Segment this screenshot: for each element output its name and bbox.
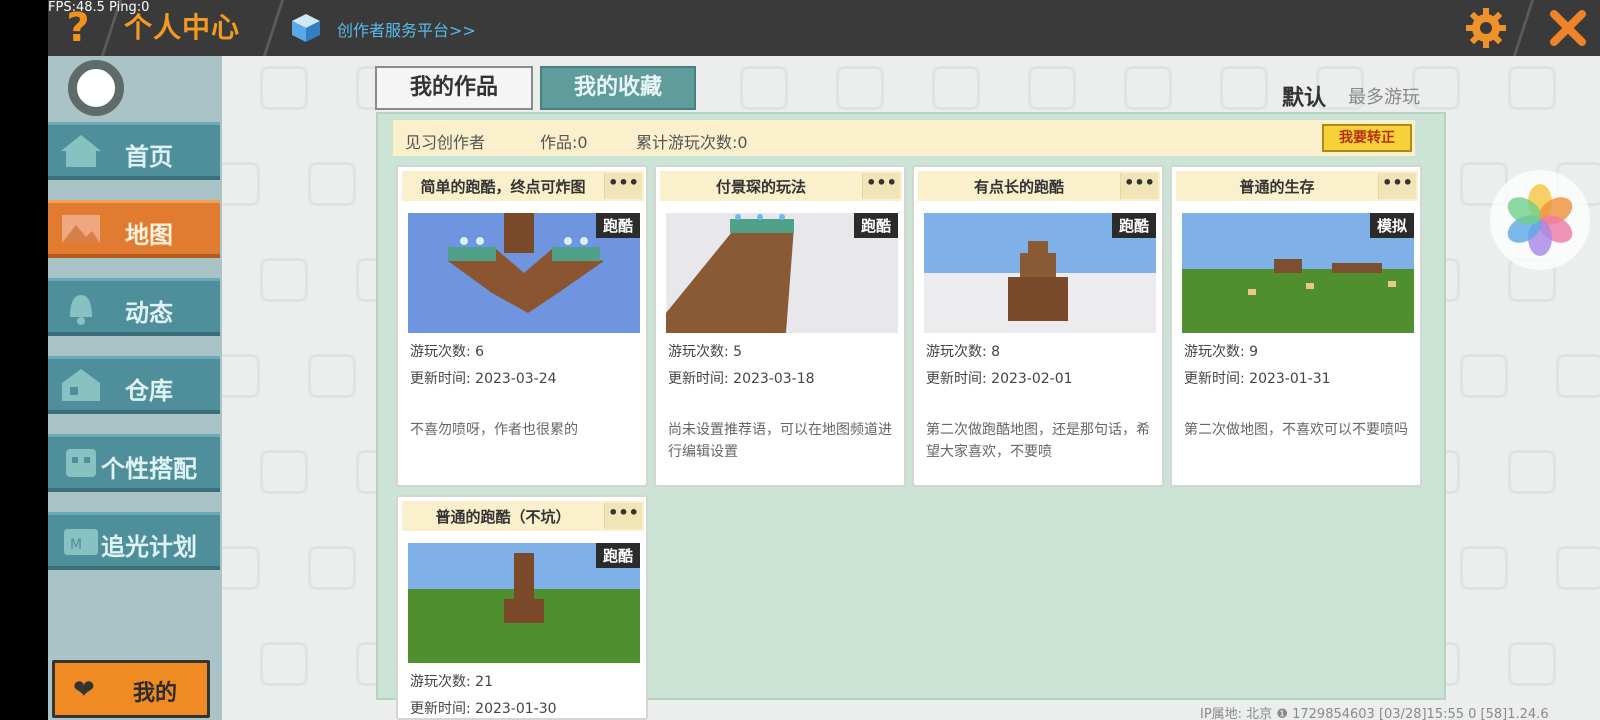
map-card[interactable]: 普通的生存 ••• 模拟 游玩次数: 9 更新时间: 2023-01-31 第二… bbox=[1170, 165, 1422, 487]
background-tile bbox=[836, 66, 884, 110]
background-tile bbox=[1556, 546, 1600, 590]
card-description: 尚未设置推荐语，可以在地图频道进行编辑设置 bbox=[668, 422, 892, 460]
sidebar-item-chase-light[interactable]: M 追光计划 bbox=[48, 512, 220, 570]
update-time: 更新时间: 2023-01-31 bbox=[1184, 371, 1331, 387]
background-tile bbox=[308, 354, 356, 398]
gear-icon[interactable] bbox=[1464, 6, 1508, 50]
card-title-bar: 简单的跑酷，终点可炸图 ••• bbox=[402, 171, 644, 201]
sidebar-item-outfit[interactable]: 个性搭配 bbox=[48, 434, 220, 492]
background-tile bbox=[1124, 66, 1172, 110]
genre-badge: 模拟 bbox=[1369, 213, 1414, 238]
card-title-bar: 有点长的跑酷 ••• bbox=[918, 171, 1160, 201]
fps-text: FPS:48.5 bbox=[48, 0, 105, 15]
works-count: 作品:0 bbox=[540, 133, 588, 152]
map-thumbnail: 跑酷 bbox=[408, 213, 640, 333]
map-card[interactable]: 有点长的跑酷 ••• 跑酷 游玩次数: 8 更新时间: 2023-02-01 第… bbox=[912, 165, 1164, 487]
more-options-button[interactable]: ••• bbox=[862, 173, 900, 199]
sort-most-played[interactable]: 最多游玩 bbox=[1348, 83, 1420, 109]
sidebar-item-feed[interactable]: 动态 bbox=[48, 278, 220, 336]
avatar[interactable] bbox=[68, 60, 124, 116]
background-tile bbox=[260, 450, 308, 494]
card-title-bar: 普通的生存 ••• bbox=[1176, 171, 1418, 201]
genre-badge: 跑酷 bbox=[595, 543, 640, 568]
sort-default[interactable]: 默认 bbox=[1282, 80, 1326, 112]
total-plays: 累计游玩次数:0 bbox=[636, 133, 748, 152]
update-time: 更新时间: 2023-02-01 bbox=[926, 371, 1073, 387]
sidebar-item-label: 动态 bbox=[125, 299, 173, 327]
background-tile bbox=[308, 546, 356, 590]
play-count: 游玩次数: 6 bbox=[410, 344, 485, 360]
tab-my-works[interactable]: 我的作品 bbox=[375, 66, 533, 110]
map-thumbnail: 跑酷 bbox=[666, 213, 898, 333]
flower-icon bbox=[1507, 184, 1573, 256]
background-tile bbox=[260, 258, 308, 302]
sidebar-item-label: 首页 bbox=[125, 143, 173, 171]
play-count: 游玩次数: 5 bbox=[668, 344, 743, 360]
background-tile bbox=[1460, 354, 1508, 398]
more-options-button[interactable]: ••• bbox=[1378, 173, 1416, 199]
background-tile bbox=[932, 66, 980, 110]
update-time: 更新时间: 2023-01-30 bbox=[410, 701, 557, 717]
update-time: 更新时间: 2023-03-24 bbox=[410, 371, 557, 387]
background-tile bbox=[1556, 354, 1600, 398]
genre-badge: 跑酷 bbox=[1111, 213, 1156, 238]
play-count: 游玩次数: 9 bbox=[1184, 344, 1259, 360]
close-icon[interactable] bbox=[1546, 6, 1590, 50]
card-description: 不喜勿喷呀，作者也很累的 bbox=[410, 422, 578, 438]
flower-float-button[interactable] bbox=[1490, 170, 1590, 270]
sidebar-item-label: 仓库 bbox=[125, 377, 173, 405]
play-count: 游玩次数: 8 bbox=[926, 344, 1001, 360]
update-time: 更新时间: 2023-03-18 bbox=[668, 371, 815, 387]
verify-button[interactable]: 我要转正 bbox=[1322, 124, 1412, 152]
tab-my-favorites[interactable]: 我的收藏 bbox=[540, 66, 696, 110]
map-thumbnail: 跑酷 bbox=[924, 213, 1156, 333]
map-thumbnail: 跑酷 bbox=[408, 543, 640, 663]
mine-button[interactable]: ❤ 我的 bbox=[52, 660, 210, 718]
heart-icon: ❤ bbox=[73, 675, 95, 705]
map-card[interactable]: 简单的跑酷，终点可炸图 ••• 跑酷 游玩次数: 6 更新时间: 2023-03… bbox=[396, 165, 648, 487]
card-description: 第二次做跑酷地图，还是那句话，希望大家喜欢，不要喷 bbox=[926, 422, 1150, 460]
map-thumbnail: 模拟 bbox=[1182, 213, 1414, 333]
sidebar-item-label: 地图 bbox=[125, 221, 173, 249]
screen: FPS:48.5 Ping:0 ? 个人中心 创作者服务平台>> 首页 地图 动… bbox=[0, 0, 1600, 720]
sidebar-item-label: 个性搭配 bbox=[101, 455, 197, 483]
sidebar-item-home[interactable]: 首页 bbox=[48, 122, 220, 180]
ping-text: Ping:0 bbox=[109, 0, 150, 15]
card-title: 有点长的跑酷 bbox=[973, 178, 1064, 196]
sidebar-item-map[interactable]: 地图 bbox=[48, 200, 220, 258]
card-title: 普通的生存 bbox=[1239, 178, 1315, 196]
background-tile bbox=[1508, 642, 1556, 686]
card-title: 普通的跑酷（不坑） bbox=[435, 508, 571, 526]
sidebar-item-warehouse[interactable]: 仓库 bbox=[48, 356, 220, 414]
card-title: 付景琛的玩法 bbox=[715, 178, 806, 196]
background-tile bbox=[1508, 66, 1556, 110]
card-title-bar: 付景琛的玩法 ••• bbox=[660, 171, 902, 201]
card-description: 第二次做地图，不喜欢可以不要喷吗 bbox=[1184, 422, 1408, 438]
background-tile bbox=[260, 66, 308, 110]
background-tile bbox=[1508, 450, 1556, 494]
cube-icon[interactable] bbox=[290, 12, 322, 44]
background-tile bbox=[260, 642, 308, 686]
background-tile bbox=[1028, 66, 1076, 110]
genre-badge: 跑酷 bbox=[853, 213, 898, 238]
more-options-button[interactable]: ••• bbox=[604, 503, 642, 529]
background-tile bbox=[1220, 66, 1268, 110]
more-options-button[interactable]: ••• bbox=[1120, 173, 1158, 199]
more-options-button[interactable]: ••• bbox=[604, 173, 642, 199]
creator-platform-link[interactable]: 创作者服务平台>> bbox=[337, 17, 476, 41]
play-count: 游玩次数: 21 bbox=[410, 674, 493, 690]
creator-level: 见习创作者 bbox=[405, 133, 486, 152]
mine-button-label: 我的 bbox=[133, 681, 178, 706]
background-tile bbox=[740, 66, 788, 110]
background-tile bbox=[308, 162, 356, 206]
genre-badge: 跑酷 bbox=[595, 213, 640, 238]
card-title-bar: 普通的跑酷（不坑） ••• bbox=[402, 501, 644, 531]
map-card[interactable]: 普通的跑酷（不坑） ••• 跑酷 游玩次数: 21 更新时间: 2023-01-… bbox=[396, 495, 648, 720]
map-card[interactable]: 付景琛的玩法 ••• 跑酷 游玩次数: 5 更新时间: 2023-03-18 尚… bbox=[654, 165, 906, 487]
sidebar-item-label: 追光计划 bbox=[101, 533, 197, 561]
background-tile bbox=[1460, 546, 1508, 590]
status-bar: IP属地: 北京 ❶ 1729854603 [03/28]15:55 0 [58… bbox=[1200, 707, 1549, 720]
performance-readout: FPS:48.5 Ping:0 bbox=[48, 0, 149, 15]
card-title: 简单的跑酷，终点可炸图 bbox=[420, 178, 586, 196]
